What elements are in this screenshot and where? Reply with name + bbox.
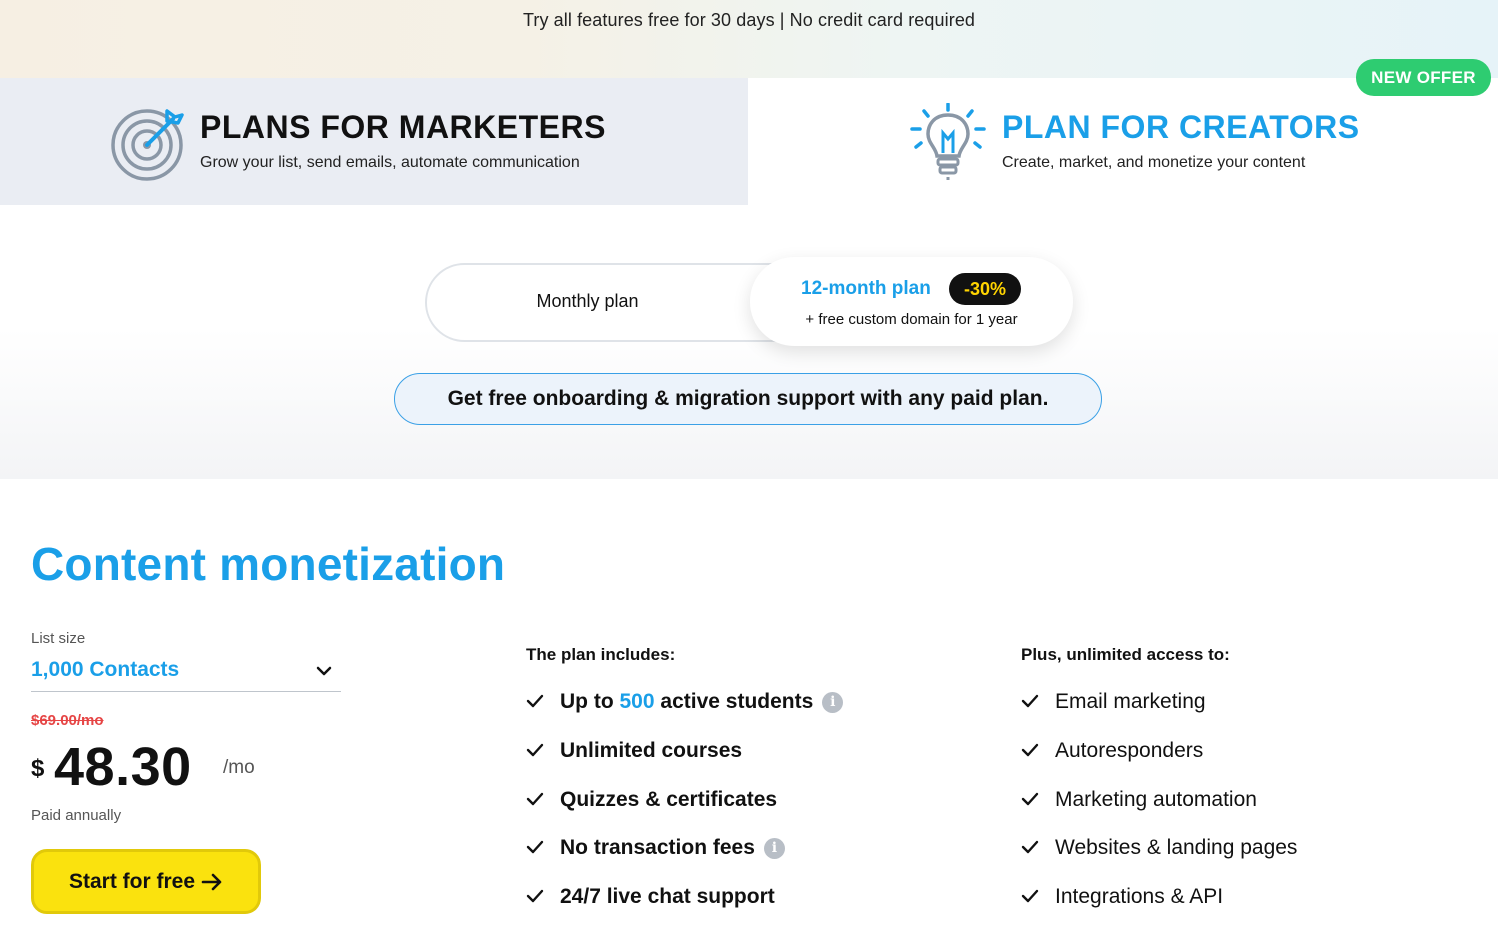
info-icon[interactable]: i <box>763 837 785 859</box>
discount-badge: -30% <box>949 273 1021 305</box>
support-banner: Get free onboarding & migration support … <box>394 373 1102 425</box>
unlimited-heading: Plus, unlimited access to: <box>1021 645 1230 664</box>
unlimited-item: Websites & landing pages <box>1021 836 1297 860</box>
old-price: $69.00/mo <box>31 712 104 729</box>
tab-creators[interactable]: PLAN FOR CREATORS Create, market, and mo… <box>748 78 1498 205</box>
unlimited-item: Email marketing <box>1021 690 1206 714</box>
price-period: /mo <box>223 757 255 778</box>
billing-note: Paid annually <box>31 807 122 824</box>
check-icon <box>526 885 560 909</box>
check-icon <box>526 836 560 860</box>
tab-creators-title: PLAN FOR CREATORS <box>1002 109 1360 145</box>
annual-plan-option[interactable] <box>750 257 1073 346</box>
list-size-select[interactable]: 1,000 Contacts <box>31 655 341 692</box>
check-icon <box>1021 788 1055 812</box>
cta-label: Start for free <box>68 869 196 893</box>
check-icon <box>526 690 560 714</box>
monthly-plan-option[interactable]: Monthly plan <box>425 263 750 342</box>
lightbulb-icon <box>910 103 986 180</box>
annual-plan-label: 12-month plan <box>801 278 931 299</box>
start-for-free-button[interactable]: Start for free <box>31 849 261 914</box>
chevron-down-icon <box>316 666 332 676</box>
unlimited-item: Autoresponders <box>1021 739 1203 763</box>
plan-title: Content monetization <box>31 538 506 590</box>
billing-section <box>0 205 1498 479</box>
price-currency: $ <box>31 755 45 782</box>
check-icon <box>1021 885 1055 909</box>
include-item: 24/7 live chat support <box>526 885 775 909</box>
include-item: Up to 500 active students i <box>526 690 844 714</box>
arrow-right-icon <box>201 873 222 890</box>
check-icon <box>1021 836 1055 860</box>
price-value: 48.30 <box>54 737 192 797</box>
check-icon <box>1021 739 1055 763</box>
banner-text: Try all features free for 30 days | No c… <box>522 10 976 30</box>
new-offer-badge: NEW OFFER <box>1356 59 1491 96</box>
list-size-value: 1,000 Contacts <box>31 658 180 681</box>
target-icon <box>111 109 184 181</box>
check-icon <box>526 739 560 763</box>
list-size-label: List size <box>31 630 86 647</box>
include-item: No transaction fees i <box>526 836 785 860</box>
include-item: Unlimited courses <box>526 739 742 763</box>
include-item: Quizzes & certificates <box>526 788 777 812</box>
annual-plan-note: + free custom domain for 1 year <box>805 311 1018 328</box>
tab-creators-subtitle: Create, market, and monetize your conten… <box>1002 154 1306 171</box>
unlimited-item: Integrations & API <box>1021 885 1223 909</box>
unlimited-item: Marketing automation <box>1021 788 1257 812</box>
tab-marketers[interactable]: PLANS FOR MARKETERS Grow your list, send… <box>0 78 748 205</box>
tab-marketers-title: PLANS FOR MARKETERS <box>200 109 606 145</box>
check-icon <box>1021 690 1055 714</box>
check-icon <box>526 788 560 812</box>
tab-marketers-subtitle: Grow your list, send emails, automate co… <box>200 154 580 171</box>
info-icon[interactable]: i <box>822 691 844 713</box>
includes-heading: The plan includes: <box>526 645 676 664</box>
